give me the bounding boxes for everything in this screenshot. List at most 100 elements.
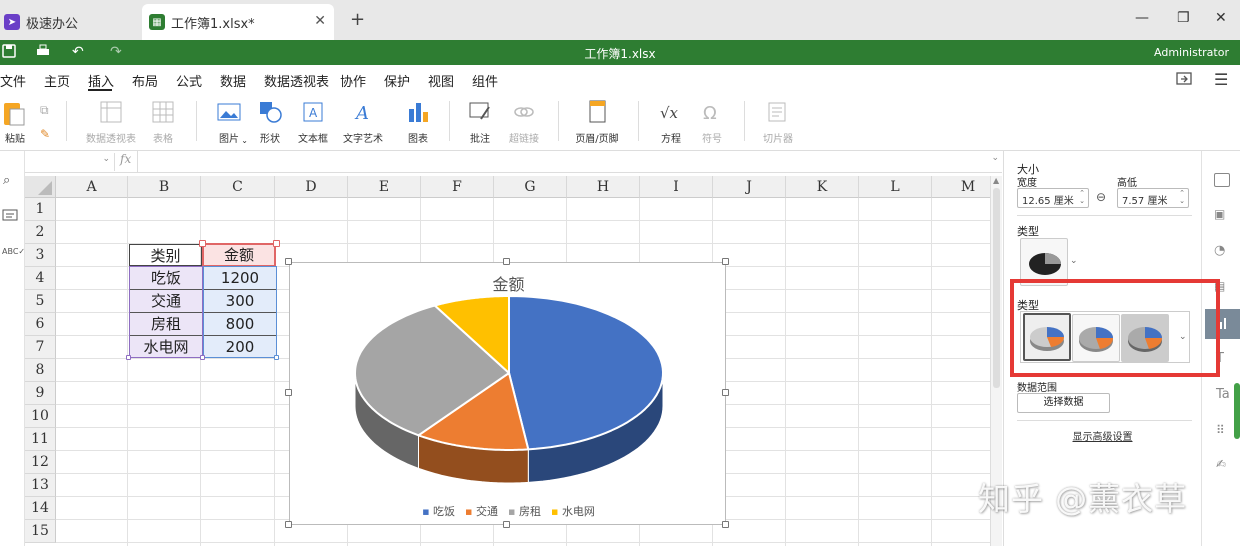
column-header[interactable]: L — [859, 176, 932, 198]
column-header[interactable]: E — [348, 176, 421, 198]
category-range[interactable]: 吃饭 交通 房租 水电网 — [129, 266, 203, 358]
chart-resize-handle[interactable] — [503, 521, 510, 528]
chart-resize-handle[interactable] — [722, 521, 729, 528]
paste-button[interactable]: 粘贴 — [3, 99, 27, 145]
chart-resize-handle[interactable] — [285, 521, 292, 528]
menu-collaborate[interactable]: 协作 — [340, 71, 366, 90]
chevron-down-icon[interactable]: ⌄ — [1070, 256, 1078, 266]
menu-view[interactable]: 视图 — [428, 71, 454, 90]
row-header[interactable]: 3 — [25, 244, 56, 267]
equation-button[interactable]: √x 方程 — [654, 99, 688, 145]
chart-resize-handle[interactable] — [722, 389, 729, 396]
row-header[interactable]: 14 — [25, 497, 56, 520]
redo-icon[interactable]: ↷ — [110, 44, 122, 60]
scroll-up-icon[interactable]: ▲ — [993, 176, 999, 185]
chart-resize-handle[interactable] — [503, 258, 510, 265]
row-header[interactable]: 13 — [25, 474, 56, 497]
row-header[interactable]: 4 — [25, 267, 56, 290]
column-header[interactable]: F — [421, 176, 494, 198]
menu-home[interactable]: 主页 — [44, 71, 70, 90]
slicer-button[interactable]: 切片器 — [760, 99, 796, 145]
textart-settings-icon[interactable]: Ta — [1216, 387, 1230, 402]
column-header[interactable]: M — [932, 176, 990, 198]
column-header[interactable]: G — [494, 176, 567, 198]
minimize-icon[interactable]: — — [1135, 10, 1149, 26]
row-header[interactable]: 11 — [25, 428, 56, 451]
lock-aspect-icon[interactable]: ⊖ — [1096, 190, 1106, 204]
wordart-button[interactable]: A 文字艺术 — [340, 99, 386, 145]
symbol-button[interactable]: Ω 符号 — [700, 99, 724, 145]
row-header[interactable]: 10 — [25, 405, 56, 428]
image-settings-icon[interactable]: ▣ — [1214, 207, 1225, 221]
range-handle[interactable] — [199, 240, 206, 247]
chart-button[interactable]: 图表 — [402, 99, 434, 145]
tab-app[interactable]: ➤ 极速办公 — [0, 4, 137, 40]
row-header[interactable]: 5 — [25, 290, 56, 313]
row-header[interactable]: 15 — [25, 520, 56, 543]
column-header[interactable]: I — [640, 176, 713, 198]
menu-data[interactable]: 数据 — [220, 71, 246, 90]
height-field[interactable]: 7.57 厘米 ⌃ ⌄ — [1117, 188, 1189, 208]
restore-icon[interactable]: ❐ — [1177, 10, 1190, 26]
hamburger-menu-icon[interactable]: ☰ — [1214, 70, 1228, 89]
table-header-cell[interactable]: 金额 — [202, 243, 276, 267]
slicer-settings-icon[interactable]: ⠿ — [1216, 423, 1225, 437]
print-icon[interactable] — [36, 44, 50, 62]
copy-icon[interactable]: ⧉ — [40, 103, 49, 118]
open-location-icon[interactable] — [1176, 71, 1192, 88]
cell-settings-icon[interactable] — [1214, 173, 1230, 187]
table-header-cell[interactable]: 类别 — [129, 244, 202, 266]
select-all-corner[interactable] — [25, 176, 56, 198]
chart-resize-handle[interactable] — [285, 389, 292, 396]
pivot-table-button[interactable]: 数据透视表 — [83, 99, 139, 145]
row-header[interactable]: 6 — [25, 313, 56, 336]
formula-input[interactable]: ⌄ — [137, 151, 1002, 172]
save-icon[interactable] — [2, 44, 16, 62]
shape-settings-icon[interactable]: ◔ — [1214, 243, 1225, 258]
chart-resize-handle[interactable] — [285, 258, 292, 265]
search-icon[interactable]: ⌕ — [3, 173, 10, 188]
width-field[interactable]: 12.65 厘米 ⌃ ⌄ — [1017, 188, 1089, 208]
shape-button[interactable]: 形状 — [254, 99, 286, 145]
menu-formula[interactable]: 公式 — [176, 71, 202, 90]
range-handle[interactable] — [200, 355, 205, 360]
menu-plugins[interactable]: 组件 — [472, 71, 498, 90]
menu-layout[interactable]: 布局 — [132, 71, 158, 90]
undo-icon[interactable]: ↶ — [72, 44, 84, 60]
pie-chart[interactable]: 金额 ▪ 吃饭 ▪ 交通 ▪ 房租 ▪ 水电网 — [289, 262, 726, 525]
row-header[interactable]: 2 — [25, 221, 56, 244]
range-handle[interactable] — [273, 240, 280, 247]
format-painter-icon[interactable]: ✎ — [40, 127, 50, 141]
amount-range[interactable]: 1200 300 800 200 — [203, 266, 277, 358]
close-tab-icon[interactable]: ✕ — [314, 13, 326, 29]
image-button[interactable]: 图片 ⌄ — [212, 99, 248, 145]
show-advanced-link[interactable]: 显示高级设置 — [1004, 428, 1201, 443]
comment-button[interactable]: 批注 — [466, 99, 494, 145]
range-handle[interactable] — [126, 355, 131, 360]
name-box[interactable]: ⌄ — [25, 153, 115, 171]
tab-document[interactable]: ▦ 工作簿1.xlsx* ✕ — [142, 4, 334, 40]
chart-resize-handle[interactable] — [722, 258, 729, 265]
column-header[interactable]: B — [128, 176, 201, 198]
hyperlink-button[interactable]: 超链接 — [506, 99, 542, 145]
spellcheck-icon[interactable]: ABC✓ — [2, 247, 25, 256]
rail-scroll-thumb[interactable] — [1234, 383, 1240, 439]
new-tab-button[interactable]: + — [350, 9, 365, 30]
comments-panel-icon[interactable] — [2, 209, 18, 226]
menu-pivot[interactable]: 数据透视表 — [264, 71, 329, 90]
close-window-icon[interactable]: ✕ — [1215, 10, 1227, 26]
row-header[interactable]: 8 — [25, 359, 56, 382]
menu-file[interactable]: 文件 — [0, 71, 26, 90]
column-header[interactable]: C — [201, 176, 275, 198]
fx-icon[interactable]: fx — [120, 152, 131, 166]
row-header[interactable]: 7 — [25, 336, 56, 359]
scroll-thumb[interactable] — [993, 188, 1000, 388]
menu-protect[interactable]: 保护 — [384, 71, 410, 90]
signature-settings-icon[interactable]: ✍ — [1216, 457, 1226, 471]
column-header[interactable]: H — [567, 176, 640, 198]
select-data-button[interactable]: 选择数据 — [1017, 393, 1110, 413]
textbox-button[interactable]: A 文本框 — [297, 99, 329, 145]
table-button[interactable]: 表格 — [150, 99, 176, 145]
column-header[interactable]: J — [713, 176, 786, 198]
range-handle[interactable] — [274, 355, 279, 360]
